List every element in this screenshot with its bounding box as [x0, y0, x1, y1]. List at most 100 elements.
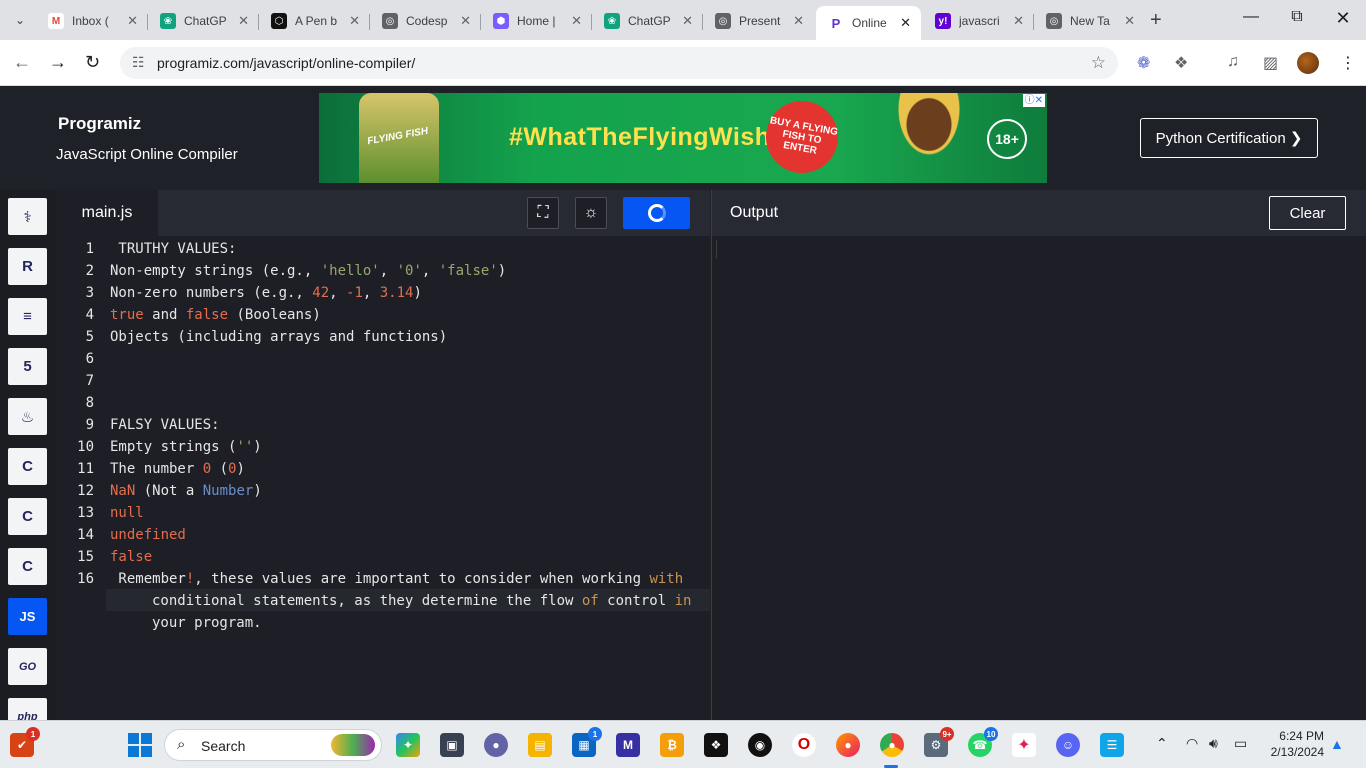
microsoft-store-icon[interactable]: ▦ 1 — [572, 727, 602, 757]
url-text[interactable]: programiz.com/javascript/online-compiler… — [157, 55, 415, 71]
notification-bell-icon[interactable]: ▲ — [1330, 736, 1344, 752]
extension-gear-icon[interactable]: ❁ — [1137, 53, 1150, 73]
run-button[interactable] — [623, 197, 690, 229]
tab-present[interactable]: ◎ Present ✕ — [703, 6, 814, 36]
python-certification-button[interactable]: Python Certification ❯ — [1140, 118, 1318, 158]
code-keyword: in — [674, 593, 692, 609]
forward-button[interactable]: → — [49, 52, 67, 72]
minimize-button[interactable]: — — [1228, 8, 1274, 26]
chat-icon[interactable]: ● — [484, 733, 508, 757]
close-icon[interactable]: ✕ — [460, 13, 471, 29]
tab-codepen[interactable]: ⬡ A Pen b ✕ — [259, 6, 370, 36]
slack-icon[interactable]: ✦ — [1012, 733, 1036, 757]
back-button[interactable]: ← — [13, 52, 31, 72]
windows-start-icon[interactable] — [128, 733, 152, 757]
volume-icon[interactable]: 🔊︎ — [1209, 735, 1218, 752]
go-icon[interactable]: GO — [8, 648, 47, 685]
wifi-icon[interactable]: ◠ — [1186, 735, 1198, 752]
code-text: your program. — [152, 615, 262, 631]
code-text: (Not a — [135, 483, 203, 499]
extensions-puzzle-icon[interactable]: ❖ — [1174, 53, 1188, 73]
csharp-icon[interactable]: C — [8, 548, 47, 585]
file-tab-main-js[interactable]: main.js — [56, 190, 158, 236]
close-icon[interactable]: ✕ — [682, 13, 693, 29]
notepad-icon[interactable]: ☰ — [1100, 733, 1124, 757]
tab-yahoo[interactable]: y! javascri ✕ — [923, 6, 1034, 36]
system-clock[interactable]: 6:24 PM 2/13/2024 — [1262, 728, 1324, 760]
output-console[interactable] — [716, 240, 717, 258]
code-keyword: of — [581, 593, 599, 609]
figma-icon[interactable]: ❖ — [704, 733, 728, 757]
tray-chevron-icon[interactable]: ⌃ — [1156, 735, 1168, 752]
r-icon[interactable]: R — [8, 248, 47, 285]
site-info-icon[interactable]: ☷ — [132, 54, 145, 71]
discord-icon[interactable]: ☺ — [1056, 733, 1080, 757]
programiz-logo[interactable]: Programiz — [58, 114, 141, 134]
c-icon[interactable]: C — [8, 448, 47, 485]
windows-taskbar: ✔ 1 ⌕ Search ✦ ▣ ● ▤ ▦ 1 M ₿ ❖ ◉ O ● ● ⚙ 9+… — [0, 720, 1366, 768]
code-text: ) — [253, 439, 262, 455]
task-view-icon[interactable]: ▣ — [440, 733, 464, 757]
tab-gmail[interactable]: M Inbox ( ✕ — [36, 6, 148, 36]
output-panel: Output Clear — [711, 190, 1366, 720]
browser-menu-icon[interactable]: ⋮ — [1340, 53, 1356, 73]
code-type: Number — [202, 483, 254, 499]
home-icon: ⬢ — [493, 13, 509, 29]
code-text: ( — [211, 461, 229, 477]
close-icon[interactable]: ✕ — [1124, 13, 1135, 29]
github-icon[interactable]: ◉ — [748, 733, 772, 757]
close-window-button[interactable]: ✕ — [1320, 8, 1366, 29]
html5-icon[interactable]: 5 — [8, 348, 47, 385]
close-icon[interactable]: ✕ — [238, 13, 249, 29]
output-header: Output Clear — [712, 190, 1366, 236]
tab-chatgpt-2[interactable]: ❀ ChatGP ✕ — [592, 6, 703, 36]
tab-chatgpt-1[interactable]: ❀ ChatGP ✕ — [148, 6, 259, 36]
close-icon[interactable]: ✕ — [900, 15, 911, 31]
firefox-icon[interactable]: ● — [836, 733, 860, 757]
code-text: conditional statements, as they determin… — [152, 593, 582, 609]
tab-new-tab[interactable]: ◎ New Ta ✕ — [1034, 6, 1145, 36]
profile-avatar[interactable] — [1297, 52, 1319, 74]
close-icon[interactable]: ✕ — [571, 13, 582, 29]
close-icon[interactable]: ✕ — [349, 13, 360, 29]
media-control-icon[interactable]: ♫ — [1227, 53, 1239, 71]
restore-button[interactable]: ⧉ — [1274, 8, 1320, 26]
editor-app-icon[interactable]: M — [616, 733, 640, 757]
bitcoin-icon[interactable]: ₿ — [660, 733, 684, 757]
close-icon[interactable]: ✕ — [1013, 13, 1024, 29]
app-icon[interactable]: ✔ 1 — [10, 727, 40, 757]
sql-icon[interactable]: ≡ — [8, 298, 47, 335]
bookmark-star-icon[interactable]: ☆ — [1091, 53, 1106, 73]
battery-icon[interactable]: ▭ — [1234, 735, 1247, 752]
close-icon[interactable]: ✕ — [793, 13, 804, 29]
file-explorer-icon[interactable]: ▤ — [528, 733, 552, 757]
theme-toggle-sun-icon[interactable]: ☼ — [575, 197, 607, 229]
close-icon[interactable]: ✕ — [127, 13, 138, 29]
fullscreen-icon[interactable]: ⛶ — [527, 197, 559, 229]
tab-home[interactable]: ⬢ Home | ✕ — [481, 6, 592, 36]
tab-codespace[interactable]: ◎ Codesp ✕ — [370, 6, 481, 36]
side-panel-icon[interactable]: ▨ — [1263, 53, 1278, 73]
new-tab-button[interactable]: + — [1150, 10, 1162, 30]
copilot-icon[interactable]: ✦ — [396, 733, 420, 757]
tab-search-chevron-icon[interactable]: ⌄ — [8, 8, 32, 32]
java-icon[interactable]: ♨ — [8, 398, 47, 435]
ad-badge: BUY A FLYING FISH TO ENTER — [760, 95, 844, 179]
clear-button[interactable]: Clear — [1269, 196, 1346, 230]
ad-choices-icon[interactable]: ⓘ✕ — [1022, 94, 1045, 107]
php-icon[interactable]: php — [8, 698, 47, 720]
python-icon[interactable]: ⚕ — [8, 198, 47, 235]
reload-button[interactable]: ↻ — [85, 52, 100, 72]
js-icon[interactable]: JS — [8, 598, 47, 635]
chrome-icon[interactable]: ● — [880, 733, 904, 757]
advertisement-banner[interactable]: FLYING FISH #WhatTheFlyingWish BUY A FLY… — [319, 93, 1047, 183]
tab-online-compiler[interactable]: P Online ✕ — [816, 6, 921, 40]
code-area[interactable]: 1 2 3 4 5 6 7 8 9 10 11 12 13 14 15 16 T… — [56, 237, 710, 720]
line-number: 8 — [85, 395, 94, 411]
taskbar-search[interactable]: ⌕ Search — [164, 729, 382, 761]
address-bar[interactable]: ☷ programiz.com/javascript/online-compil… — [120, 47, 1118, 79]
opera-icon[interactable]: O — [792, 733, 816, 757]
cpp-icon[interactable]: C — [8, 498, 47, 535]
whatsapp-icon[interactable]: ☎ 10 — [968, 727, 998, 757]
teams-icon[interactable]: ⚙ 9+ — [924, 727, 954, 757]
